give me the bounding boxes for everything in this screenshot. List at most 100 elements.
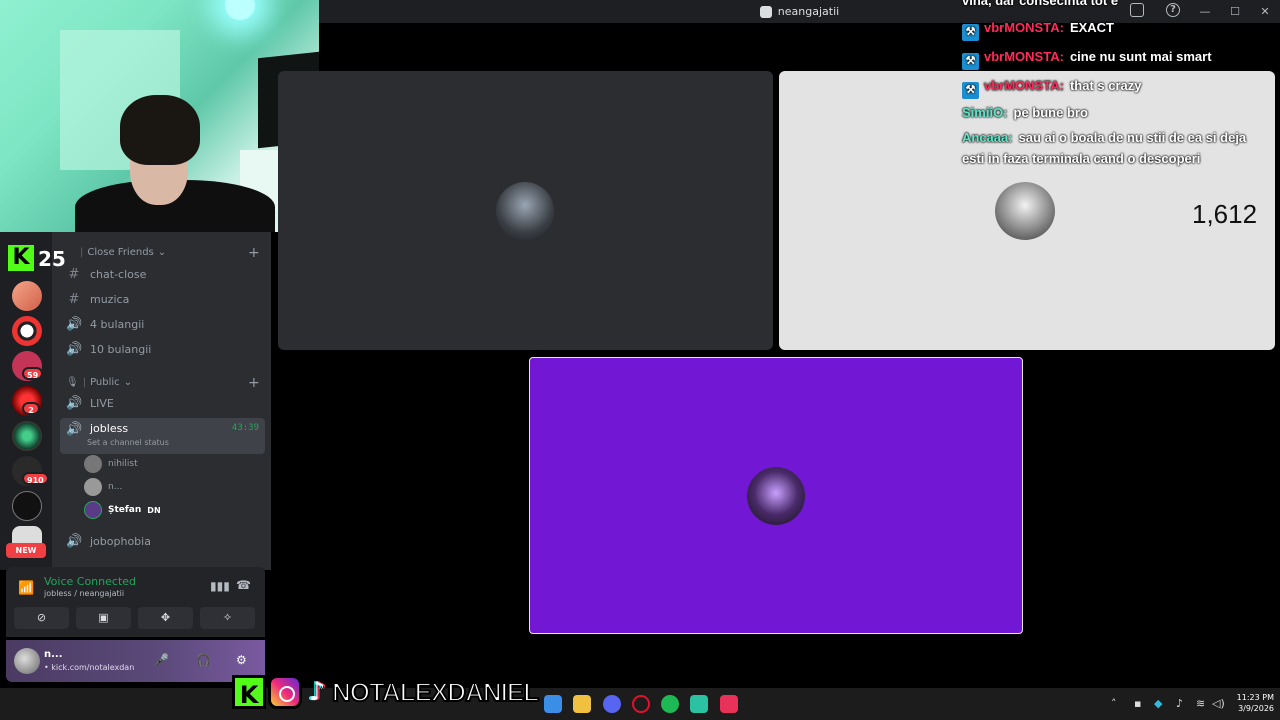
unread-badge: 2 [22,402,40,415]
mod-badge-icon: ⚒ [962,82,979,99]
participant-avatar [995,182,1055,240]
window-title: neangajatii [777,5,840,18]
soundboard-button[interactable]: ✧ [200,607,255,629]
voice-location: jobless / neangajatii [44,589,125,598]
participant-avatar [747,467,805,525]
mic-icon: 🎙 [66,377,79,388]
voice-member[interactable]: Ștefan DN [84,500,161,520]
channel-4-bulangii[interactable]: 🔊 4 bulangii [60,313,265,335]
speaker-icon: 🔊 [66,422,83,437]
voice-connection-panel: 📶 Voice Connected jobless / neangajatii … [6,567,265,637]
channel-label: jobophobia [90,534,151,548]
chat-username: vbrMONSTA: [984,78,1064,93]
chevron-up-icon[interactable]: ˄ [1111,697,1117,710]
tray-app-icon[interactable]: ▪ [1134,697,1141,710]
channel-label: chat-close [90,267,147,281]
new-badge: NEW [6,543,46,558]
speaker-icon: 🔊 [66,316,83,332]
instagram-icon [268,675,302,709]
noise-suppression-icon[interactable]: ▮▮▮ [210,579,230,593]
gear-icon[interactable]: ⚙ [236,653,247,667]
chat-text: cine nu sunt mai smart [1069,49,1212,64]
social-handle: NOTALEXDANIEL [331,676,540,708]
channel-label: 4 bulangii [90,317,145,331]
kick-logo-icon: K [8,245,34,271]
volume-icon[interactable]: ◁) [1212,697,1225,710]
kick-icon: K [232,675,266,709]
chat-message-partial: vina, dar consecinta tot e [962,0,1119,8]
category-label: Public [90,377,120,388]
member-tag: DN [147,505,161,515]
spotify-icon[interactable] [661,695,679,713]
wifi-icon[interactable]: ≋ [1196,697,1205,710]
channel-label: jobless [90,422,129,435]
channel-jobless[interactable]: 🔊 jobless 43:39 Set a channel status [60,418,265,454]
hashtag-icon: # [68,291,80,307]
activities-button[interactable]: ✥ [138,607,193,629]
unread-badge: 910 [22,472,49,485]
channel-live[interactable]: 🔊 LIVE [60,392,265,414]
channel-chat-close[interactable]: # chat-close [60,263,265,285]
windows-start-icon[interactable] [544,695,562,713]
server-icon-7[interactable] [12,491,42,521]
speaker-icon: 🔊 [66,341,83,357]
server-icon-2[interactable] [12,316,42,346]
add-channel-icon[interactable]: + [248,245,260,261]
server-icon-5[interactable] [12,421,42,451]
avatar [84,478,102,496]
unread-badge: 59 [22,367,44,380]
mod-badge-icon: ⚒ [962,24,979,41]
member-name: nihilist [108,459,138,469]
tray-app-icon[interactable]: ◆ [1154,697,1162,710]
file-explorer-icon[interactable] [573,695,591,713]
signal-icon[interactable]: 📶 [18,581,34,596]
avatar [84,501,102,519]
app-icon[interactable] [690,695,708,713]
server-icon-8[interactable] [12,526,42,544]
discord-icon[interactable] [603,695,621,713]
channel-muzica[interactable]: # muzica [60,288,265,310]
channel-status[interactable]: Set a channel status [87,438,169,447]
camera-off-button[interactable]: ⊘ [14,607,69,629]
clock-date: 3/9/2026 [1238,704,1274,713]
chat-username: vbrMONSTA: [984,49,1064,64]
avatar [84,455,102,473]
voice-status[interactable]: Voice Connected [44,575,136,588]
chat-username: vbrMONSTA: [984,20,1064,35]
headphones-icon[interactable]: 🎧 [196,653,211,667]
chat-username: SimiiO: [962,105,1008,120]
channel-label: 10 bulangii [90,342,152,356]
server-icon [759,5,772,18]
microphone-icon[interactable]: 🎤 [154,653,169,667]
screen: neangajatii ? — ☐ ✕ 59 2 910 NEW K 25 | C… [0,0,1280,720]
add-channel-icon[interactable]: + [248,375,260,391]
voice-member[interactable]: nihilist [84,454,138,474]
voice-timer: 43:39 [231,423,259,433]
channel-jobophobia[interactable]: 🔊 jobophobia [60,530,265,552]
server-icon-1[interactable] [12,281,42,311]
chat-message: SimiiO: pe bune bro [962,102,1262,123]
mod-badge-icon: ⚒ [962,53,979,70]
avatar[interactable] [14,648,40,674]
opera-icon[interactable] [632,695,650,713]
chat-text: EXACT [1069,20,1114,35]
chat-text: pe bune bro [1013,105,1088,120]
share-screen-button[interactable]: ▣ [76,607,131,629]
disconnect-icon[interactable]: ☎ [236,578,251,592]
category-close-friends[interactable]: | Close Friends ⌄ [80,247,166,258]
user-panel: n... • kick.com/notalexdan 🎤 🎧 ⚙ [6,640,265,682]
voice-member[interactable]: n... [84,477,122,497]
user-name[interactable]: n... [44,649,63,660]
channel-10-bulangii[interactable]: 🔊 10 bulangii [60,338,265,360]
social-handle-overlay: K ♪ NOTALEXDANIEL [232,672,540,712]
app-icon[interactable] [720,695,738,713]
chat-message: ⚒ vbrMONSTA: EXACT [962,17,1262,41]
chat-message: Ancaaa: sau ai o boala de nu stii de ea s… [962,127,1262,169]
chat-username: Ancaaa: [962,130,1013,145]
chevron-down-icon: ⌄ [157,247,167,258]
webcam-overlay [0,0,319,232]
category-public[interactable]: 🎙 | Public ⌄ [66,377,132,388]
hashtag-icon: # [68,266,80,282]
microphone-icon[interactable]: ♪ [1176,697,1183,710]
system-clock[interactable]: 11:23 PM 3/9/2026 [1226,692,1274,714]
